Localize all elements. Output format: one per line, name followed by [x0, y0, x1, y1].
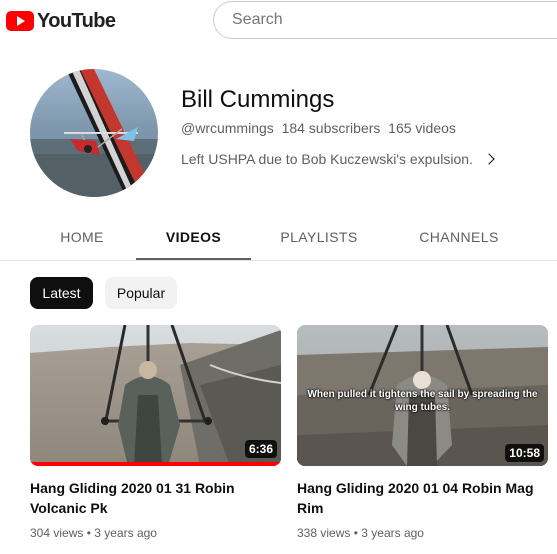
video-meta: 338 views • 3 years ago: [297, 526, 424, 540]
channel-name: Bill Cummings: [181, 86, 335, 113]
subscriber-count: 184 subscribers: [281, 120, 381, 136]
logo-text: YouTube: [37, 9, 116, 32]
search-box[interactable]: [213, 1, 557, 39]
channel-description-text: Left USHPA due to Bob Kuczewski's expuls…: [181, 151, 473, 167]
tab-videos[interactable]: VIDEOS: [136, 229, 251, 245]
upload-age: 3 years ago: [361, 526, 424, 540]
video-thumbnail[interactable]: 6:36: [30, 325, 281, 466]
tab-channels[interactable]: CHANNELS: [404, 229, 514, 245]
upload-age: 3 years ago: [94, 526, 157, 540]
youtube-play-icon: [6, 11, 34, 31]
thumbnail-image-1: [30, 325, 281, 466]
tab-playlists[interactable]: PLAYLISTS: [263, 229, 375, 245]
meta-separator: •: [353, 526, 358, 540]
avatar-image: [30, 69, 158, 197]
duration-badge: 6:36: [244, 440, 277, 458]
duration-badge: 10:58: [505, 444, 544, 462]
view-count: 304 views: [30, 526, 84, 540]
chip-popular[interactable]: Popular: [105, 277, 177, 309]
watch-progress-bar: [30, 462, 281, 466]
channel-avatar: [30, 69, 158, 197]
chip-latest[interactable]: Latest: [30, 277, 93, 309]
chevron-right-icon: [483, 153, 495, 165]
video-count: 165 videos: [388, 120, 456, 136]
meta-separator: •: [86, 526, 91, 540]
youtube-logo[interactable]: YouTube: [6, 8, 116, 34]
search-input[interactable]: [230, 10, 534, 30]
tab-home[interactable]: HOME: [40, 229, 124, 245]
channel-description[interactable]: Left USHPA due to Bob Kuczewski's expuls…: [181, 151, 495, 167]
channel-meta: @wrcummings 184 subscribers 165 videos: [181, 120, 456, 136]
tabs-divider: [0, 260, 557, 261]
video-caption-overlay: When pulled it tightens the sail by spre…: [307, 389, 538, 413]
video-title[interactable]: Hang Gliding 2020 01 04 Robin Mag Rim: [297, 478, 537, 518]
channel-handle: @wrcummings: [181, 120, 274, 136]
video-title[interactable]: Hang Gliding 2020 01 31 Robin Volcanic P…: [30, 478, 270, 518]
video-meta: 304 views • 3 years ago: [30, 526, 157, 540]
video-thumbnail[interactable]: When pulled it tightens the sail by spre…: [297, 325, 548, 466]
view-count: 338 views: [297, 526, 351, 540]
